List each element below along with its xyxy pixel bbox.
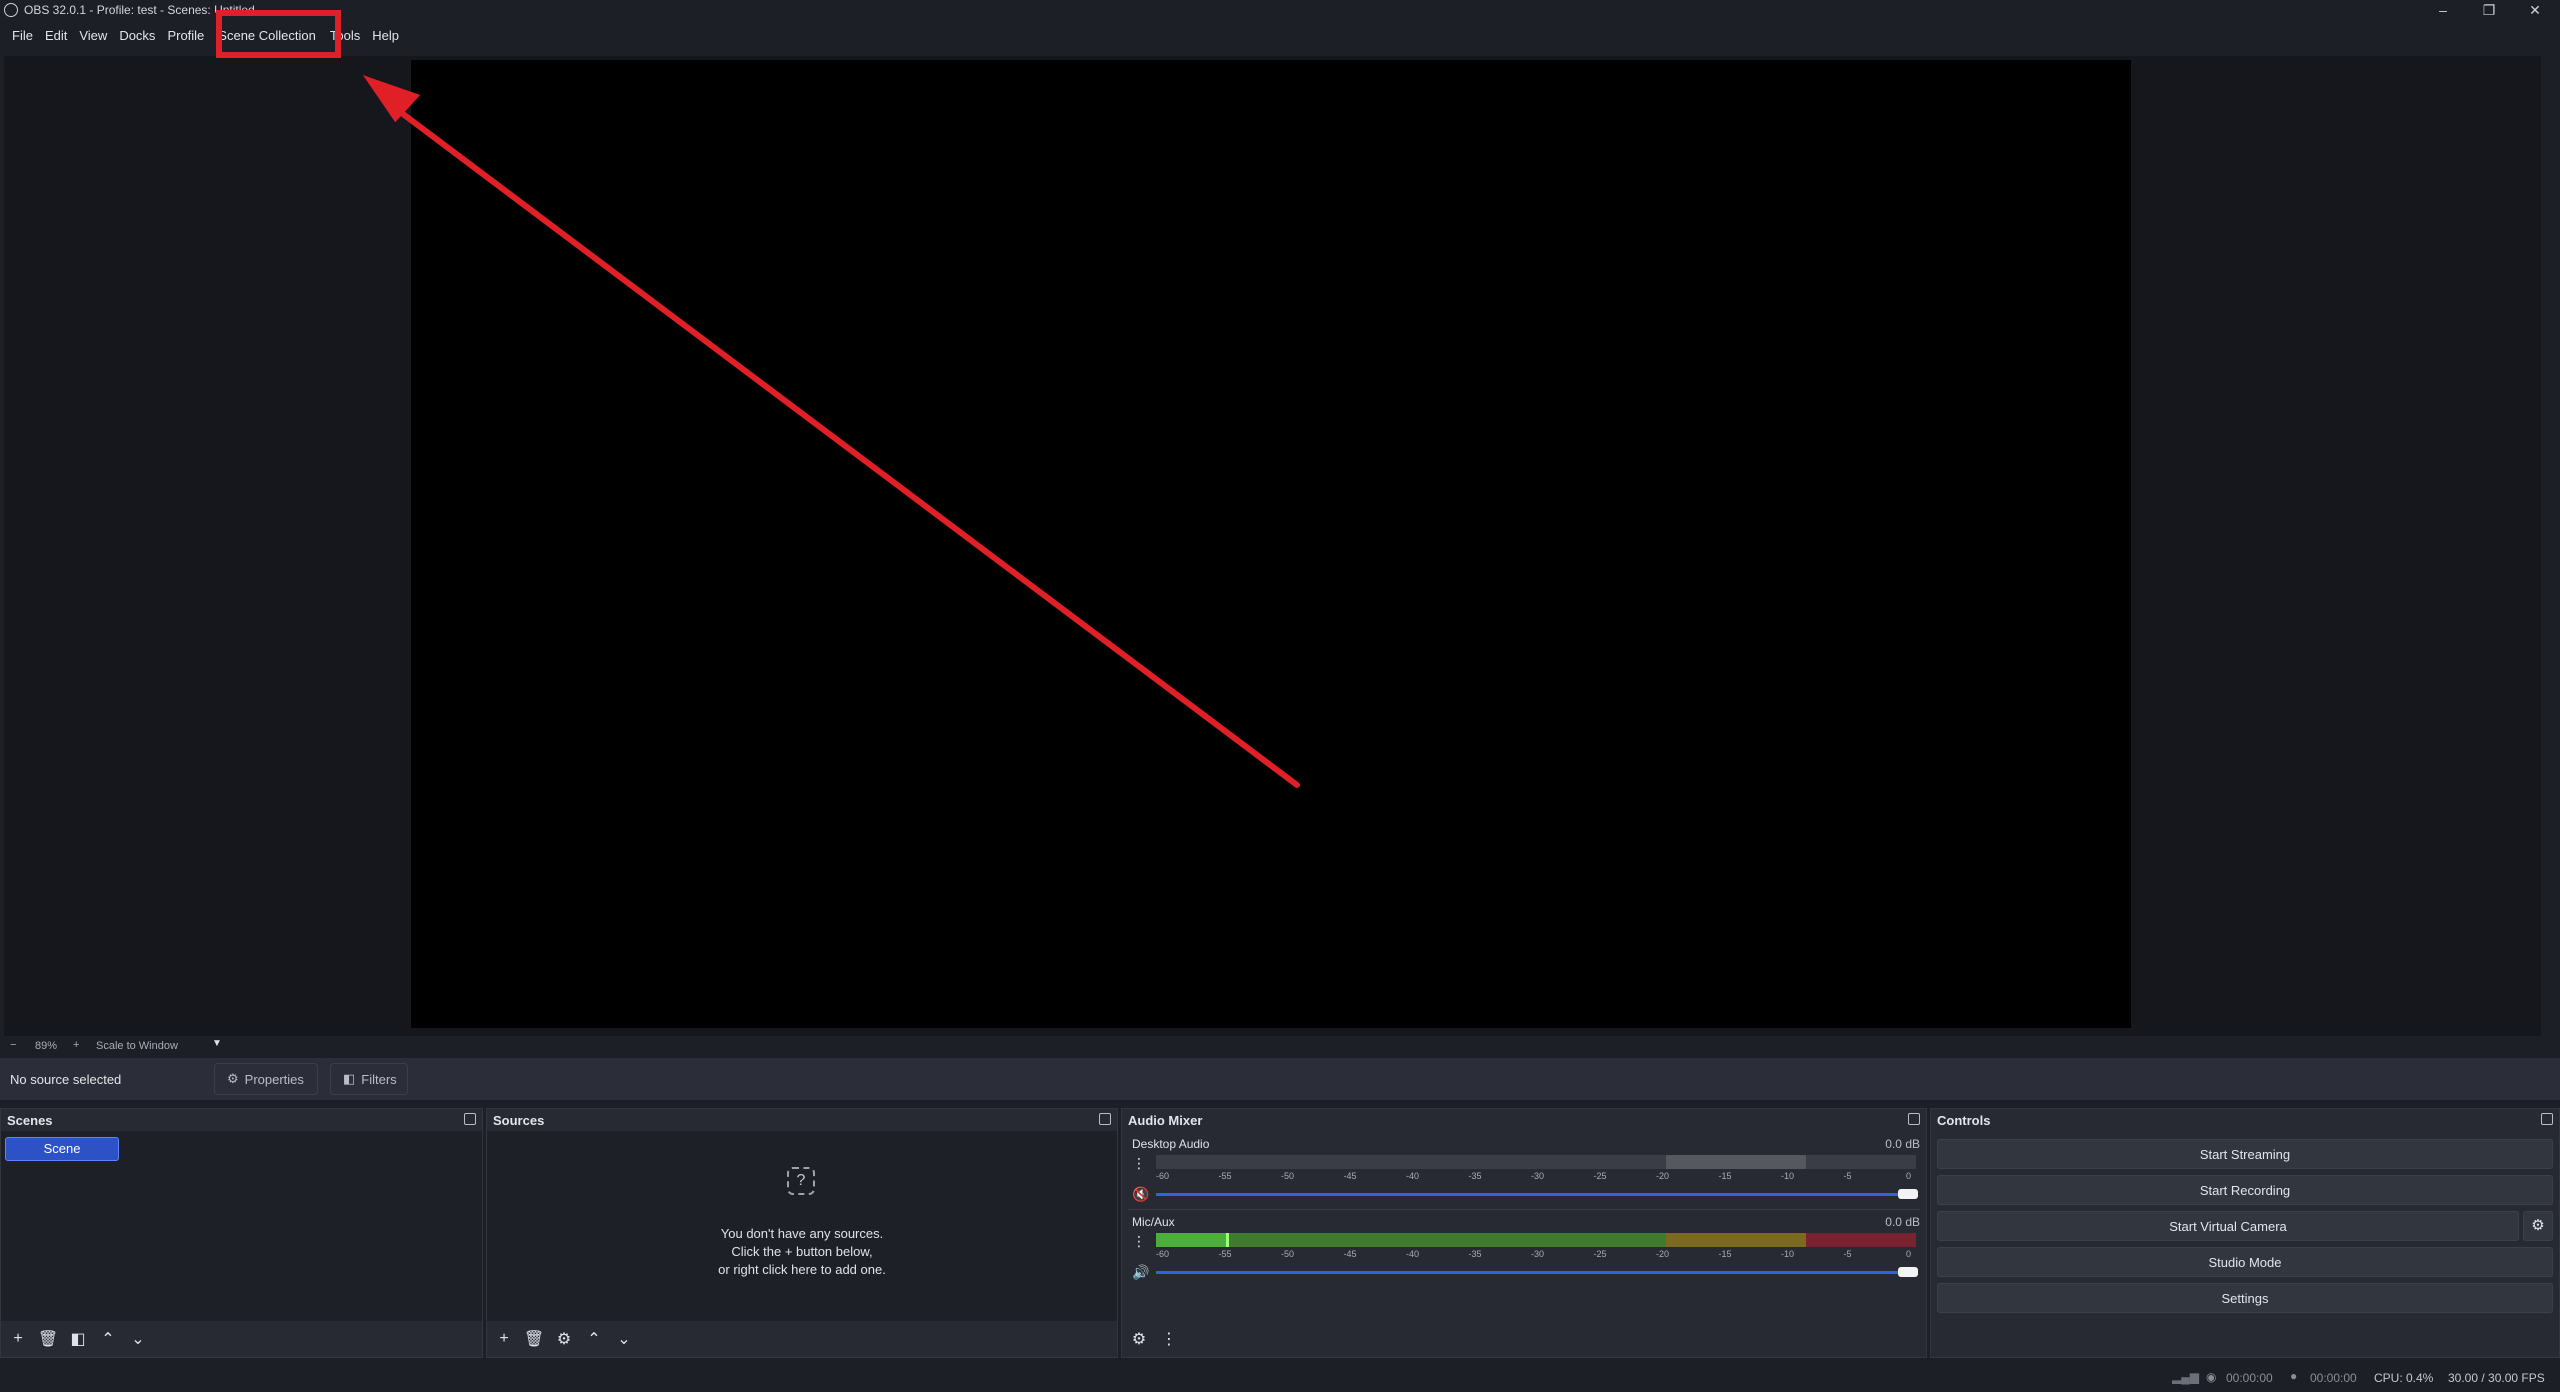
undock-icon[interactable] <box>1908 1113 1920 1125</box>
virtual-camera-gear-icon[interactable]: ⚙ <box>2523 1211 2553 1241</box>
meter-tick-label: -10 <box>1781 1249 1795 1259</box>
sources-dock: Sources ? You don't have any sources. Cl… <box>486 1108 1118 1358</box>
channel-menu-icon[interactable]: ⋮ <box>1132 1155 1146 1172</box>
meter-tick-label: -55 <box>1218 1249 1232 1259</box>
mute-icon[interactable]: 🔇 <box>1132 1186 1149 1203</box>
meter-tick-label: -15 <box>1718 1171 1732 1181</box>
meter-tick-label: -20 <box>1656 1171 1670 1181</box>
meter-tick-label: -15 <box>1718 1249 1732 1259</box>
zoom-in-button[interactable]: + <box>73 1039 79 1051</box>
add-icon[interactable]: + <box>493 1330 515 1348</box>
volume-slider[interactable] <box>1156 1193 1898 1196</box>
meter-tick-label: -50 <box>1281 1171 1295 1181</box>
zoom-level: 89% <box>35 1040 58 1052</box>
undock-icon[interactable] <box>2541 1113 2553 1125</box>
chevron-down-icon[interactable]: ▼ <box>212 1038 222 1049</box>
stream-icon: ◉ <box>2206 1370 2217 1384</box>
meter-tick-label: -40 <box>1406 1171 1420 1181</box>
undock-icon[interactable] <box>1099 1113 1111 1125</box>
status-bar: ▂▄▆ ◉ 00:00:00 ● 00:00:00 CPU: 0.4% 30.0… <box>0 1362 2560 1392</box>
filter-icon: ◧ <box>343 1071 356 1086</box>
volume-meter <box>1156 1155 1916 1169</box>
meter-tick-label: -10 <box>1781 1171 1795 1181</box>
scenes-title: Scenes <box>7 1112 53 1128</box>
studio-mode-button[interactable]: Studio Mode <box>1937 1247 2553 1277</box>
filters-button[interactable]: ◧ Filters <box>330 1063 408 1095</box>
fps-display: 30.00 / 30.00 FPS <box>2448 1371 2545 1385</box>
undock-icon[interactable] <box>464 1113 476 1125</box>
volume-slider[interactable] <box>1156 1271 1898 1274</box>
add-icon[interactable]: + <box>7 1330 29 1348</box>
meter-tick-label: -55 <box>1218 1171 1232 1181</box>
meter-tick-label: -45 <box>1343 1171 1357 1181</box>
move-down-icon[interactable]: ⌄ <box>127 1329 149 1349</box>
channel-menu-icon[interactable]: ⋮ <box>1132 1233 1146 1250</box>
volume-meter <box>1156 1233 1916 1247</box>
source-status: No source selected <box>10 1072 122 1087</box>
zoom-out-button[interactable]: − <box>10 1039 16 1051</box>
meter-tick-label: 0 <box>1906 1171 1912 1181</box>
meter-tick-label: -30 <box>1531 1249 1545 1259</box>
meter-tick-label: -60 <box>1156 1249 1170 1259</box>
meter-tick-label: -30 <box>1531 1171 1545 1181</box>
scale-mode-select[interactable]: Scale to Window <box>96 1040 178 1052</box>
start-virtual-camera-button[interactable]: Start Virtual Camera <box>1937 1211 2519 1241</box>
mixer-title: Audio Mixer <box>1128 1112 1203 1128</box>
channel-db: 0.0 dB <box>1885 1137 1920 1151</box>
gear-icon[interactable]: ⚙ <box>553 1329 575 1349</box>
trash-icon[interactable]: 🗑 <box>37 1329 59 1349</box>
zoom-bar: − 89% + Scale to Window ▼ <box>4 1036 2541 1058</box>
properties-button[interactable]: ⚙ Properties <box>214 1063 318 1095</box>
scene-item[interactable]: Scene <box>5 1137 119 1161</box>
meter-scale: -60 -55 -50 -45 -40 -35 -30 -25 -20 -15 -10 -5 0 <box>1156 1249 1916 1261</box>
mixer-channels: Desktop Audio 0.0 dB ⋮ -60 -55 -50 -45 -40 -3… <box>1122 1131 1926 1321</box>
meter-tick-label: -50 <box>1281 1249 1295 1259</box>
volume-slider-handle[interactable] <box>1898 1189 1918 1199</box>
record-icon: ● <box>2290 1369 2298 1383</box>
meter-tick-label: 0 <box>1906 1249 1912 1259</box>
audio-mixer-dock: Audio Mixer Desktop Audio 0.0 dB ⋮ -60 -5… <box>1121 1108 1927 1358</box>
move-up-icon[interactable]: ⌃ <box>97 1329 119 1349</box>
scenes-list[interactable]: Scene <box>1 1131 482 1321</box>
meter-tick-label: -35 <box>1468 1171 1482 1181</box>
sources-list[interactable]: ? You don't have any sources. Click the … <box>487 1131 1117 1321</box>
meter-tick-label: -45 <box>1343 1249 1357 1259</box>
trash-icon[interactable]: 🗑 <box>523 1329 545 1349</box>
meter-tick-label: -25 <box>1593 1171 1607 1181</box>
meter-tick-label: -25 <box>1593 1249 1607 1259</box>
sources-title: Sources <box>493 1112 545 1128</box>
channel-divider <box>1128 1209 1920 1210</box>
meter-tick-label: -40 <box>1406 1249 1420 1259</box>
channel-db: 0.0 dB <box>1885 1215 1920 1229</box>
move-down-icon[interactable]: ⌄ <box>613 1329 635 1349</box>
stream-time: 00:00:00 <box>2226 1371 2273 1385</box>
channel-name: Mic/Aux <box>1132 1215 1175 1229</box>
volume-slider-handle[interactable] <box>1898 1267 1918 1277</box>
mixer-menu-icon[interactable]: ⋮ <box>1158 1329 1180 1349</box>
meter-tick-label: -20 <box>1656 1249 1670 1259</box>
controls-title: Controls <box>1937 1112 1991 1128</box>
scenes-dock: Scenes Scene + 🗑 ◧ ⌃ ⌄ <box>0 1108 483 1358</box>
meter-tick-label: -60 <box>1156 1171 1170 1181</box>
meter-tick-label: -5 <box>1843 1249 1852 1259</box>
meter-tick-label: -5 <box>1843 1171 1852 1181</box>
controls-dock: Controls Start Streaming Start Recording… <box>1930 1108 2560 1358</box>
question-icon: ? <box>787 1167 815 1195</box>
channel-name: Desktop Audio <box>1132 1137 1210 1151</box>
cpu-usage: CPU: 0.4% <box>2374 1371 2434 1385</box>
scene-filters-icon[interactable]: ◧ <box>67 1329 89 1349</box>
speaker-icon[interactable]: 🔊 <box>1132 1264 1149 1281</box>
move-up-icon[interactable]: ⌃ <box>583 1329 605 1349</box>
start-recording-button[interactable]: Start Recording <box>1937 1175 2553 1205</box>
sources-empty-text: You don't have any sources. Click the + … <box>718 1226 886 1277</box>
meter-tick-label: -35 <box>1468 1249 1482 1259</box>
network-icon: ▂▄▆ <box>2172 1370 2199 1384</box>
gear-icon: ⚙ <box>227 1071 239 1086</box>
meter-scale: -60 -55 -50 -45 -40 -35 -30 -25 -20 -15 -10 -5 0 <box>1156 1171 1916 1183</box>
settings-button[interactable]: Settings <box>1937 1283 2553 1313</box>
record-time: 00:00:00 <box>2310 1371 2357 1385</box>
advanced-audio-icon[interactable]: ⚙ <box>1128 1329 1150 1349</box>
start-streaming-button[interactable]: Start Streaming <box>1937 1139 2553 1169</box>
